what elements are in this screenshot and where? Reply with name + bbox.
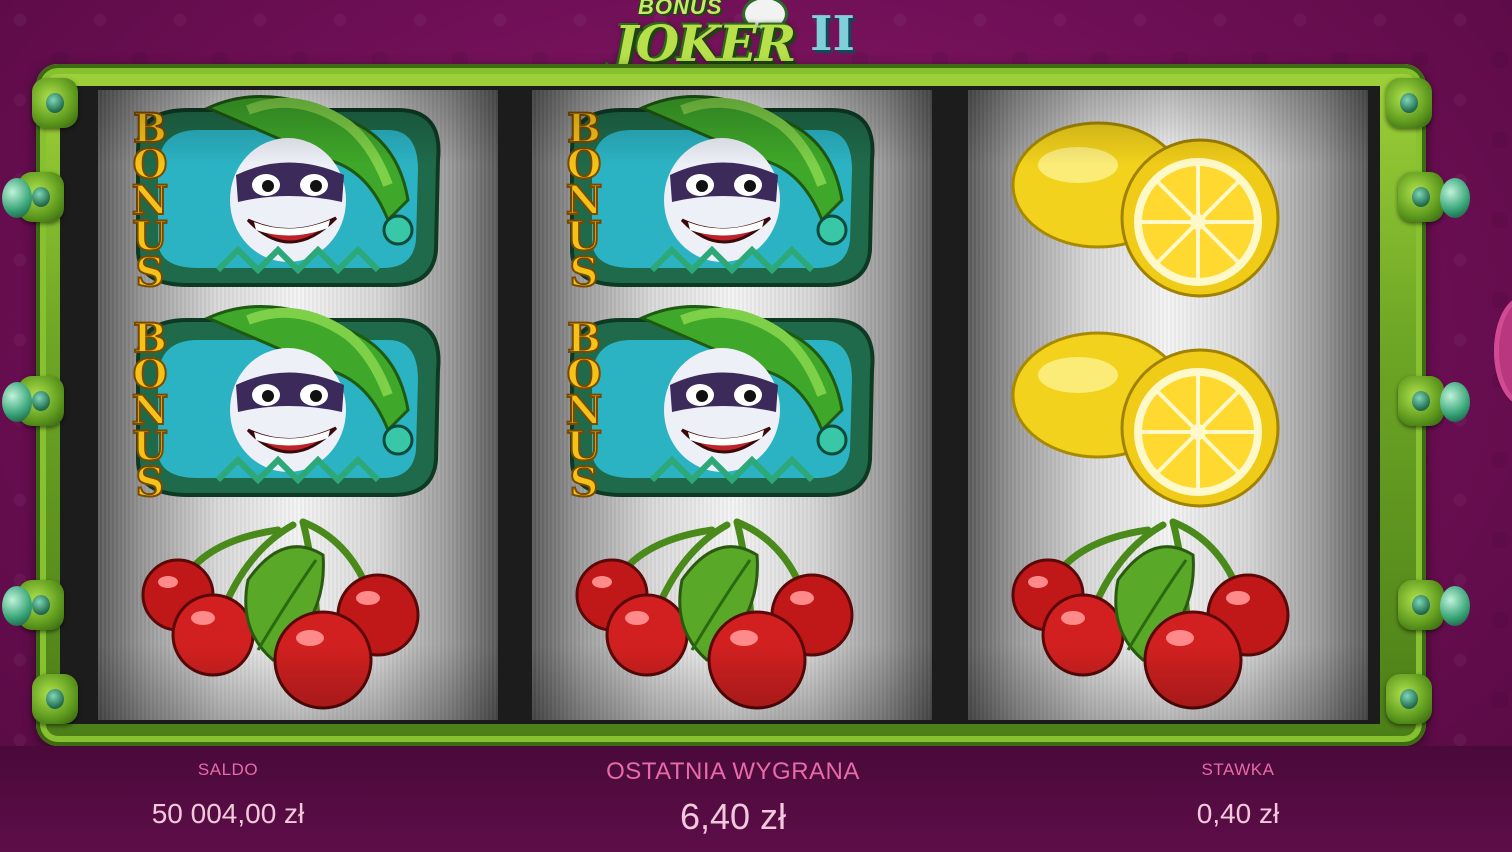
frame-knob-icon: [1398, 376, 1444, 426]
last-win-value: 6,40 zł: [679, 796, 787, 837]
balance-display: SALDO 50 004,00 zł: [118, 760, 338, 830]
frame-gem-icon: [1440, 382, 1470, 422]
reel-shade: [98, 90, 498, 720]
bet-value: 0,40 zł: [1196, 798, 1280, 829]
reel-shade: [532, 90, 932, 720]
reel-shade: [968, 90, 1368, 720]
bet-display[interactable]: STAWKA 0,40 zł: [1138, 760, 1338, 830]
game-logo: BONUS JOKER II: [610, 0, 860, 73]
frame-gem-icon: [1440, 586, 1470, 626]
bet-label: STAWKA: [1201, 760, 1275, 779]
info-bar: SALDO 50 004,00 zł OSTATNIA WYGRANA 6,40…: [0, 746, 1512, 852]
frame-knob-icon: [1398, 580, 1444, 630]
reel-3: [968, 90, 1368, 720]
logo-numeral-text: II: [810, 6, 855, 62]
frame-knob-icon: [1386, 78, 1432, 128]
frame-knob-icon: [32, 674, 78, 724]
last-win-label: OSTATNIA WYGRANA: [606, 758, 860, 785]
frame-gem-icon: [2, 178, 32, 218]
reel-1: BONUS BONUS: [98, 90, 498, 720]
balance-label: SALDO: [197, 760, 259, 779]
frame-knob-icon: [32, 78, 78, 128]
frame-knob-icon: [1398, 172, 1444, 222]
frame-knob-icon: [1386, 674, 1432, 724]
frame-gem-icon: [2, 586, 32, 626]
last-win-display: OSTATNIA WYGRANA 6,40 zł: [560, 758, 906, 838]
reel-2: BONUS BONUS: [532, 90, 932, 720]
frame-gem-icon: [2, 382, 32, 422]
frame-gem-icon: [1440, 178, 1470, 218]
balance-value: 50 004,00 zł: [151, 798, 305, 829]
